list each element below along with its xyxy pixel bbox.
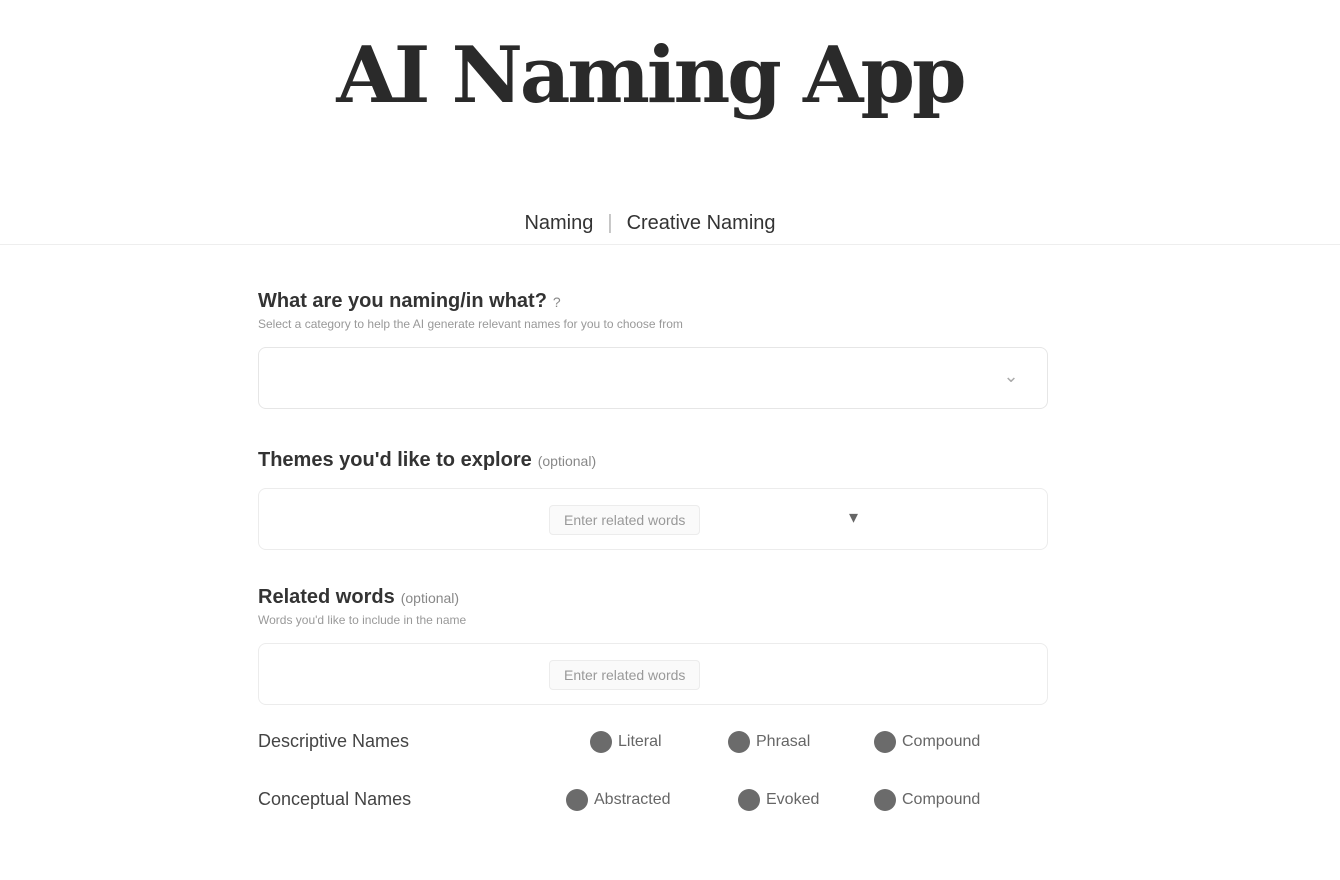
radio-label: Literal: [618, 733, 662, 750]
nav-separator: |: [607, 212, 613, 234]
radio-literal[interactable]: Literal: [590, 729, 662, 755]
related-words-placeholder[interactable]: Enter related words: [549, 660, 701, 690]
radio-label: Compound: [902, 733, 981, 750]
themes-label-text: Themes you'd like to explore: [258, 449, 532, 471]
tab-creative-naming[interactable]: Creative Naming: [615, 212, 788, 235]
radio-dot: [874, 731, 896, 753]
caret-down-icon[interactable]: ▾: [849, 507, 858, 528]
nav-bar: Naming | Creative Naming: [0, 212, 1300, 235]
radio-dot: [738, 789, 760, 811]
themes-optional: (optional): [537, 453, 597, 469]
themes-input[interactable]: Enter related words ▾: [258, 488, 1048, 550]
radio-label: Compound: [902, 791, 981, 808]
chevron-down-icon: ⌄: [1003, 366, 1019, 386]
related-words-optional: (optional): [400, 590, 460, 606]
category-label-text: What are you naming/in what?: [258, 290, 547, 312]
descriptive-names-label: Descriptive Names: [258, 731, 410, 751]
radio-compound-descriptive[interactable]: Compound: [874, 729, 980, 755]
related-words-subtext: Words you'd like to include in the name: [258, 613, 467, 627]
radio-evoked[interactable]: Evoked: [738, 787, 819, 813]
radio-label: Abstracted: [594, 791, 671, 808]
related-words-label-text: Related words: [258, 586, 395, 608]
radio-phrasal[interactable]: Phrasal: [728, 729, 810, 755]
descriptive-names-row: Descriptive Names Literal Phrasal Compou…: [258, 715, 1048, 773]
conceptual-names-row: Conceptual Names Abstracted Evoked Compo…: [258, 773, 1048, 831]
radio-abstracted[interactable]: Abstracted: [566, 787, 670, 813]
radio-dot: [590, 731, 612, 753]
category-select[interactable]: ⌄: [258, 347, 1048, 409]
radio-compound-conceptual[interactable]: Compound: [874, 787, 980, 813]
themes-label: Themes you'd like to explore (optional): [258, 449, 1048, 472]
category-help-icon[interactable]: ?: [553, 294, 561, 310]
category-subtext: Select a category to help the AI generat…: [258, 317, 683, 331]
radio-label: Phrasal: [756, 733, 811, 750]
category-label: What are you naming/in what??: [258, 290, 1048, 313]
app-title: AI Naming App: [336, 30, 966, 121]
themes-placeholder[interactable]: Enter related words: [549, 505, 701, 535]
app-header: AI Naming App Naming | Creative Naming: [0, 0, 1340, 245]
related-words-input[interactable]: Enter related words: [258, 643, 1048, 705]
radio-label: Evoked: [766, 791, 820, 808]
radio-dot: [728, 731, 750, 753]
radio-dot: [874, 789, 896, 811]
radio-dot: [566, 789, 588, 811]
related-words-label: Related words (optional): [258, 586, 1048, 609]
tab-naming[interactable]: Naming: [512, 212, 605, 235]
naming-form: What are you naming/in what?? Select a c…: [258, 290, 1048, 831]
conceptual-names-label: Conceptual Names: [258, 789, 412, 809]
